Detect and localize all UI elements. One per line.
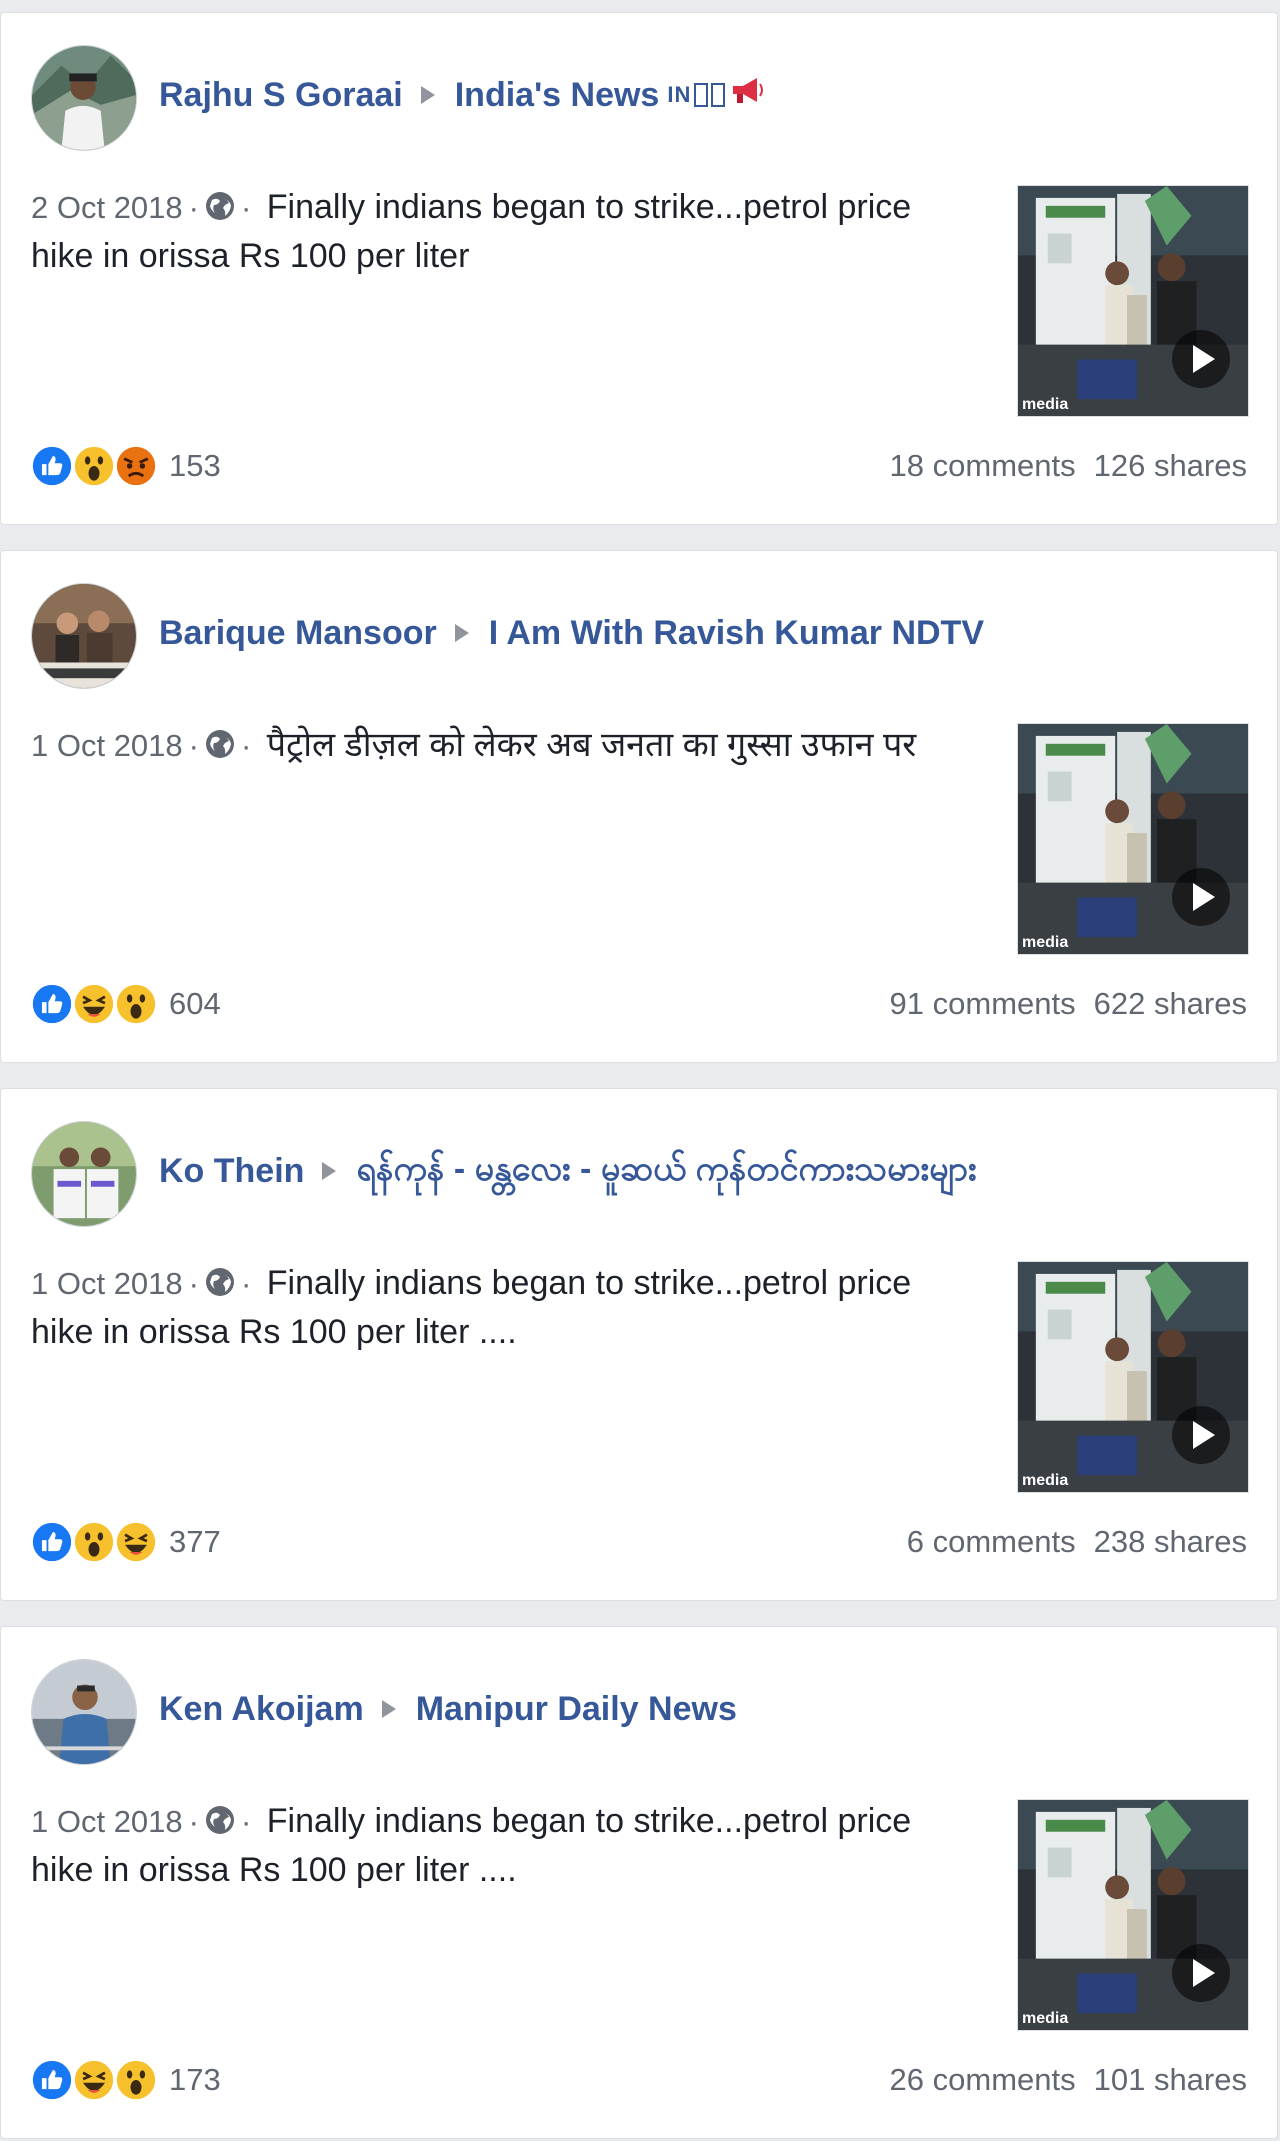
wow-icon: [113, 981, 159, 1027]
reaction-count: 153: [169, 448, 221, 483]
play-icon[interactable]: [1172, 1406, 1230, 1464]
reaction-count: 604: [169, 986, 221, 1021]
group-name[interactable]: Manipur Daily News: [416, 1690, 737, 1729]
author-name[interactable]: Rajhu S Goraai: [159, 76, 403, 115]
thumbnail-label: media: [1022, 1472, 1069, 1489]
post-body: 1 Oct 2018 · · Finally indians began to st…: [31, 1797, 971, 1894]
box-icon: [711, 83, 726, 107]
globe-icon: [205, 1806, 234, 1834]
separator-dot: ·: [240, 190, 252, 225]
comments-count[interactable]: 26 comments: [890, 2062, 1076, 2097]
reaction-count: 377: [169, 1524, 221, 1559]
like-icon: [29, 1519, 75, 1565]
video-thumbnail[interactable]: media: [1017, 1261, 1249, 1493]
wow-icon: [71, 443, 117, 489]
reactions[interactable]: 604: [29, 981, 221, 1027]
feed-post: Ken Akoijam Manipur Daily News 1 Oct 201…: [0, 1626, 1278, 2139]
video-thumbnail[interactable]: media: [1017, 1799, 1249, 2031]
post-footer: 153 18 comments 126 shares: [29, 441, 1247, 491]
separator-dot: ·: [188, 190, 199, 225]
globe-icon: [205, 192, 234, 220]
play-icon[interactable]: [1172, 1944, 1230, 2002]
play-icon[interactable]: [1172, 330, 1230, 388]
avatar[interactable]: [31, 1121, 137, 1227]
author-name[interactable]: Ken Akoijam: [159, 1690, 364, 1729]
like-icon: [29, 981, 75, 1027]
arrow-right-icon: [420, 86, 435, 104]
separator-dot: ·: [240, 728, 252, 763]
like-icon: [29, 2057, 75, 2103]
reaction-count: 173: [169, 2062, 221, 2097]
shares-count[interactable]: 622 shares: [1094, 986, 1247, 1021]
shares-count[interactable]: 101 shares: [1094, 2062, 1247, 2097]
group-name[interactable]: I Am With Ravish Kumar NDTV: [489, 614, 984, 653]
separator-dot: ·: [188, 728, 199, 763]
arrow-right-icon: [454, 624, 469, 642]
wow-icon: [113, 2057, 159, 2103]
separator-dot: ·: [240, 1804, 252, 1839]
post-footer: 604 91 comments 622 shares: [29, 979, 1247, 1029]
globe-icon: [205, 730, 234, 758]
shares-count[interactable]: 126 shares: [1094, 448, 1247, 483]
reactions[interactable]: 173: [29, 2057, 221, 2103]
avatar[interactable]: [31, 1659, 137, 1765]
haha-icon: [71, 981, 117, 1027]
play-icon[interactable]: [1172, 868, 1230, 926]
like-icon: [29, 443, 75, 489]
post-footer: 173 26 comments 101 shares: [29, 2055, 1247, 2105]
author-name[interactable]: Barique Mansoor: [159, 614, 437, 653]
group-name[interactable]: India's News: [455, 76, 660, 115]
post-date[interactable]: 2 Oct 2018: [31, 190, 183, 225]
globe-icon: [205, 1268, 234, 1296]
author-name[interactable]: Ko Thein: [159, 1152, 304, 1191]
post-footer: 377 6 comments 238 shares: [29, 1517, 1247, 1567]
reactions[interactable]: 153: [29, 443, 221, 489]
post-header: Barique Mansoor I Am With Ravish Kumar N…: [159, 613, 984, 653]
engagement-counts: 6 comments 238 shares: [907, 1524, 1247, 1560]
engagement-counts: 26 comments 101 shares: [890, 2062, 1247, 2098]
wow-icon: [71, 1519, 117, 1565]
post-header: Ken Akoijam Manipur Daily News: [159, 1689, 737, 1729]
thumbnail-label: media: [1022, 934, 1069, 951]
post-date[interactable]: 1 Oct 2018: [31, 1804, 183, 1839]
thumbnail-label: media: [1022, 396, 1069, 413]
video-thumbnail[interactable]: media: [1017, 723, 1249, 955]
arrow-right-icon: [322, 1162, 337, 1180]
post-header: Rajhu S Goraai India's News IN: [159, 75, 765, 115]
comments-count[interactable]: 91 comments: [890, 986, 1076, 1021]
reactions[interactable]: 377: [29, 1519, 221, 1565]
group-suffix: IN: [667, 82, 692, 107]
feed-post: Ko Thein ရန်ကုန် - မန္တလေး - မူဆယ် ကုန်တ…: [0, 1088, 1278, 1601]
comments-count[interactable]: 18 comments: [890, 448, 1076, 483]
separator-dot: ·: [188, 1266, 199, 1301]
engagement-counts: 91 comments 622 shares: [890, 986, 1247, 1022]
megaphone-icon: [729, 76, 765, 115]
shares-count[interactable]: 238 shares: [1094, 1524, 1247, 1559]
angry-icon: [113, 443, 159, 489]
post-body: 1 Oct 2018 · · Finally indians began to st…: [31, 1259, 971, 1356]
video-thumbnail[interactable]: media: [1017, 185, 1249, 417]
post-date[interactable]: 1 Oct 2018: [31, 1266, 183, 1301]
avatar[interactable]: [31, 45, 137, 151]
feed-post: Barique Mansoor I Am With Ravish Kumar N…: [0, 550, 1278, 1063]
post-text: पैट्रोल डीज़ल को लेकर अब जनता का गुस्सा …: [266, 726, 917, 764]
avatar[interactable]: [31, 583, 137, 689]
haha-icon: [71, 2057, 117, 2103]
engagement-counts: 18 comments 126 shares: [890, 448, 1247, 484]
thumbnail-label: media: [1022, 2010, 1069, 2027]
post-date[interactable]: 1 Oct 2018: [31, 728, 183, 763]
post-header: Ko Thein ရန်ကုန် - မန္တလေး - မူဆယ် ကုန်တ…: [159, 1150, 977, 1191]
box-icon: [694, 83, 709, 107]
feed-post: Rajhu S Goraai India's News IN 2 Oct 201…: [0, 12, 1278, 525]
arrow-right-icon: [381, 1700, 396, 1718]
haha-icon: [113, 1519, 159, 1565]
post-body: 2 Oct 2018 · · Finally indians began to st…: [31, 183, 971, 280]
group-name[interactable]: ရန်ကုန် - မန္တလေး - မူဆယ် ကုန်တင်ကားသမား…: [356, 1146, 976, 1197]
comments-count[interactable]: 6 comments: [907, 1524, 1076, 1559]
separator-dot: ·: [188, 1804, 199, 1839]
post-body: 1 Oct 2018 · · पैट्रोल डीज़ल को लेकर अब जन…: [31, 721, 971, 770]
separator-dot: ·: [240, 1266, 252, 1301]
